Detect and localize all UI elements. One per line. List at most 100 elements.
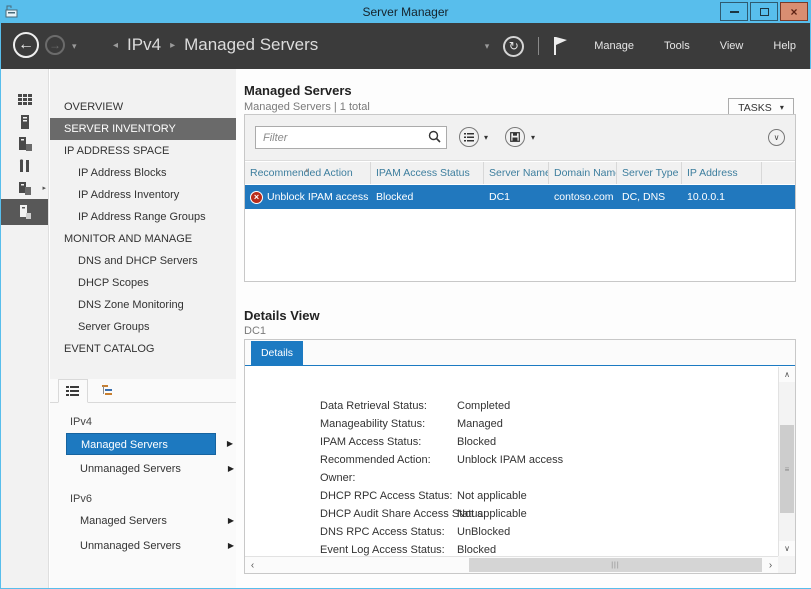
detail-row: DHCP RPC Access Status:Not applicable: [245, 487, 761, 505]
tree-view-icon: [100, 385, 114, 397]
tree-view-tabs: [50, 379, 236, 403]
breadcrumb-item-managed-servers[interactable]: Managed Servers: [184, 35, 318, 55]
column-header-ipam-access-status[interactable]: IPAM Access Status: [371, 162, 484, 184]
horizontal-scroll-thumb[interactable]: |||: [469, 558, 762, 572]
detail-value: Unblock IPAM access: [457, 451, 563, 469]
scroll-up-icon[interactable]: ∧: [779, 367, 795, 382]
notifications-flag-icon[interactable]: [553, 36, 568, 56]
tree-item-ipv4-unmanaged-servers[interactable]: Unmanaged Servers ▶: [66, 458, 216, 480]
table-header: Recommended Action▴ IPAM Access Status S…: [245, 162, 795, 184]
nav-item-ip-address-range-groups[interactable]: IP Address Range Groups: [50, 206, 236, 228]
menu-manage[interactable]: Manage: [594, 40, 634, 52]
tree-view-tab[interactable]: [92, 379, 122, 403]
tree-group-ipv6[interactable]: IPv6: [50, 491, 236, 507]
tab-details[interactable]: Details: [251, 341, 303, 365]
restore-button[interactable]: [750, 2, 778, 21]
tree-expand-icon[interactable]: ▶: [227, 433, 233, 455]
save-query-button[interactable]: [505, 127, 525, 147]
nav-item-overview[interactable]: OVERVIEW: [50, 96, 236, 118]
detail-label: Data Retrieval Status:: [320, 397, 457, 415]
refresh-button[interactable]: ↻: [503, 36, 524, 57]
tree-item-ipv4-managed-servers[interactable]: Managed Servers ▶: [66, 433, 216, 455]
breadcrumb-item-ipv4[interactable]: IPv4: [127, 35, 161, 55]
nav-item-ip-address-inventory[interactable]: IP Address Inventory: [50, 184, 236, 206]
refresh-dropdown-icon[interactable]: ▾: [485, 41, 490, 52]
minimize-button[interactable]: [720, 2, 748, 21]
nav-item-monitor-and-manage[interactable]: MONITOR AND MANAGE: [50, 228, 236, 250]
save-query-caret-icon[interactable]: ▾: [531, 133, 535, 142]
nav-item-event-catalog[interactable]: EVENT CATALOG: [50, 338, 236, 360]
collapse-panel-button[interactable]: ∨: [768, 129, 785, 146]
vertical-scroll-thumb[interactable]: ≡: [780, 425, 794, 513]
tree-item-label: Managed Servers: [81, 439, 168, 451]
menu-help[interactable]: Help: [773, 40, 796, 52]
local-server-icon[interactable]: [1, 111, 48, 133]
all-servers-icon[interactable]: [1, 133, 48, 155]
filter-input[interactable]: [255, 126, 447, 149]
nav-item-ip-address-blocks[interactable]: IP Address Blocks: [50, 162, 236, 184]
detail-label: DHCP RPC Access Status:: [320, 487, 457, 505]
column-label: Domain Name: [554, 167, 617, 179]
menu-tools[interactable]: Tools: [664, 40, 690, 52]
breadcrumb-caret-right-icon[interactable]: ▸: [170, 40, 175, 51]
back-button[interactable]: ←: [13, 32, 39, 58]
tree-expand-icon[interactable]: ▶: [228, 510, 234, 532]
tree-expand-icon[interactable]: ▶: [228, 535, 234, 557]
detail-label: Manageability Status:: [320, 415, 457, 433]
table-row-dc1[interactable]: × Unblock IPAM access Blocked DC1 contos…: [245, 185, 795, 209]
detail-value: UnBlocked: [457, 523, 510, 541]
chevron-down-icon: ∨: [774, 133, 780, 142]
server-settings-icon[interactable]: [1, 155, 48, 177]
nav-item-server-groups[interactable]: Server Groups: [50, 316, 236, 338]
tree-item-ipv6-managed-servers[interactable]: Managed Servers ▶: [66, 510, 216, 532]
navbar-right-group: ▾ ↻ Manage Tools View Help: [485, 23, 796, 69]
filter-criteria-button[interactable]: [459, 127, 479, 147]
detail-value: Not applicable: [457, 505, 527, 523]
search-icon[interactable]: [428, 130, 441, 143]
forward-button[interactable]: →: [45, 35, 65, 55]
nav-item-dns-zone-monitoring[interactable]: DNS Zone Monitoring: [50, 294, 236, 316]
details-fields: Data Retrieval Status:Completed Manageab…: [245, 397, 761, 559]
server-group-icon[interactable]: ▸: [1, 177, 48, 199]
history-dropdown-icon[interactable]: ▾: [72, 41, 77, 52]
filter-criteria-caret-icon[interactable]: ▾: [484, 133, 488, 142]
tree-item-ipv6-unmanaged-servers[interactable]: Unmanaged Servers ▶: [66, 535, 216, 557]
page-title: Managed Servers: [244, 83, 352, 98]
column-label: IPAM Access Status: [376, 167, 470, 179]
column-header-server-type[interactable]: Server Type: [617, 162, 682, 184]
nav-item-ip-address-space[interactable]: IP ADDRESS SPACE: [50, 140, 236, 162]
column-label: IP Address: [687, 167, 738, 179]
scroll-down-icon[interactable]: ∨: [779, 541, 795, 556]
list-view-icon: [66, 385, 80, 397]
column-header-server-name[interactable]: Server Name: [484, 162, 549, 184]
detail-row: DHCP Audit Share Access Status:Not appli…: [245, 505, 761, 523]
detail-row: IPAM Access Status:Blocked: [245, 433, 761, 451]
close-button[interactable]: ×: [780, 2, 808, 21]
breadcrumb-caret-left-icon[interactable]: ◂: [113, 40, 118, 51]
column-header-domain-name[interactable]: Domain Name: [549, 162, 617, 184]
list-view-tab[interactable]: [58, 379, 88, 403]
details-view-subtitle: DC1: [244, 325, 266, 337]
server-manager-window: Server Manager × ← → ▾ ◂ IPv4 ▸ Managed …: [0, 0, 811, 589]
ipam-servers-icon[interactable]: ▸: [1, 199, 48, 225]
nav-item-dns-and-dhcp-servers[interactable]: DNS and DHCP Servers: [50, 250, 236, 272]
tree-item-label: Managed Servers: [80, 515, 167, 527]
menu-bar: Manage Tools View Help: [594, 40, 796, 52]
close-icon: ×: [790, 6, 797, 18]
restore-icon: [760, 8, 769, 16]
nav-item-server-inventory[interactable]: SERVER INVENTORY: [50, 118, 236, 140]
details-vertical-scrollbar[interactable]: ∧ ≡ ∨: [778, 367, 795, 556]
tree-expand-icon[interactable]: ▶: [228, 458, 234, 480]
tree-group-ipv4[interactable]: IPv4: [50, 414, 236, 430]
detail-label: IPAM Access Status:: [320, 433, 457, 451]
scroll-right-icon[interactable]: ›: [763, 557, 778, 573]
scroll-left-icon[interactable]: ‹: [245, 557, 260, 573]
nav-item-dhcp-scopes[interactable]: DHCP Scopes: [50, 272, 236, 294]
dashboard-grid-icon[interactable]: [1, 89, 48, 111]
column-header-recommended-action[interactable]: Recommended Action▴: [245, 162, 371, 184]
details-horizontal-scrollbar[interactable]: ‹ ||| ›: [245, 556, 778, 573]
sort-ascending-icon: ▴: [305, 162, 309, 182]
column-header-ip-address[interactable]: IP Address: [682, 162, 762, 184]
window-title: Server Manager: [1, 5, 810, 19]
menu-view[interactable]: View: [720, 40, 744, 52]
